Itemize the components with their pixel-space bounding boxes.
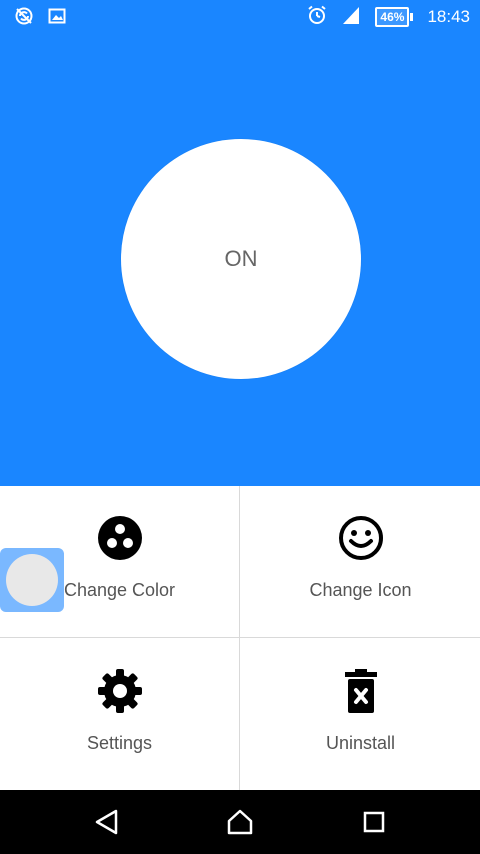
trash-icon [337,667,385,719]
recents-icon[interactable] [362,808,386,840]
menu-grid: Change Color Change Icon Settings Uninst… [0,486,480,790]
clock: 18:43 [427,7,470,26]
floating-assistive-button[interactable] [0,548,64,612]
battery-level: 46% [375,7,410,27]
alarm-icon [307,5,327,29]
floating-button-circle [6,554,58,606]
grid-divider-vertical [239,486,240,790]
navigation-bar [0,790,480,854]
settings-label: Settings [86,733,153,753]
sync-off-icon [14,6,34,30]
home-icon[interactable] [226,808,254,840]
toggle-label: ON [224,246,258,271]
back-icon[interactable] [94,808,120,840]
status-bar: 46% 18:43 [0,0,480,32]
gear-icon [96,667,144,719]
uninstall-button[interactable]: Uninstall [241,639,480,790]
change-icon-button[interactable]: Change Icon [241,486,480,637]
battery-icon: 46% [375,7,414,27]
change-icon-label: Change Icon [309,580,412,600]
image-icon [48,7,66,29]
smiley-icon [337,514,385,566]
settings-button[interactable]: Settings [0,639,239,790]
signal-icon [341,5,361,29]
palette-icon [96,514,144,566]
power-toggle-button[interactable]: ON [121,139,361,379]
grid-divider-horizontal [0,637,480,638]
uninstall-label: Uninstall [325,733,396,753]
hero-panel: ON [0,32,480,486]
